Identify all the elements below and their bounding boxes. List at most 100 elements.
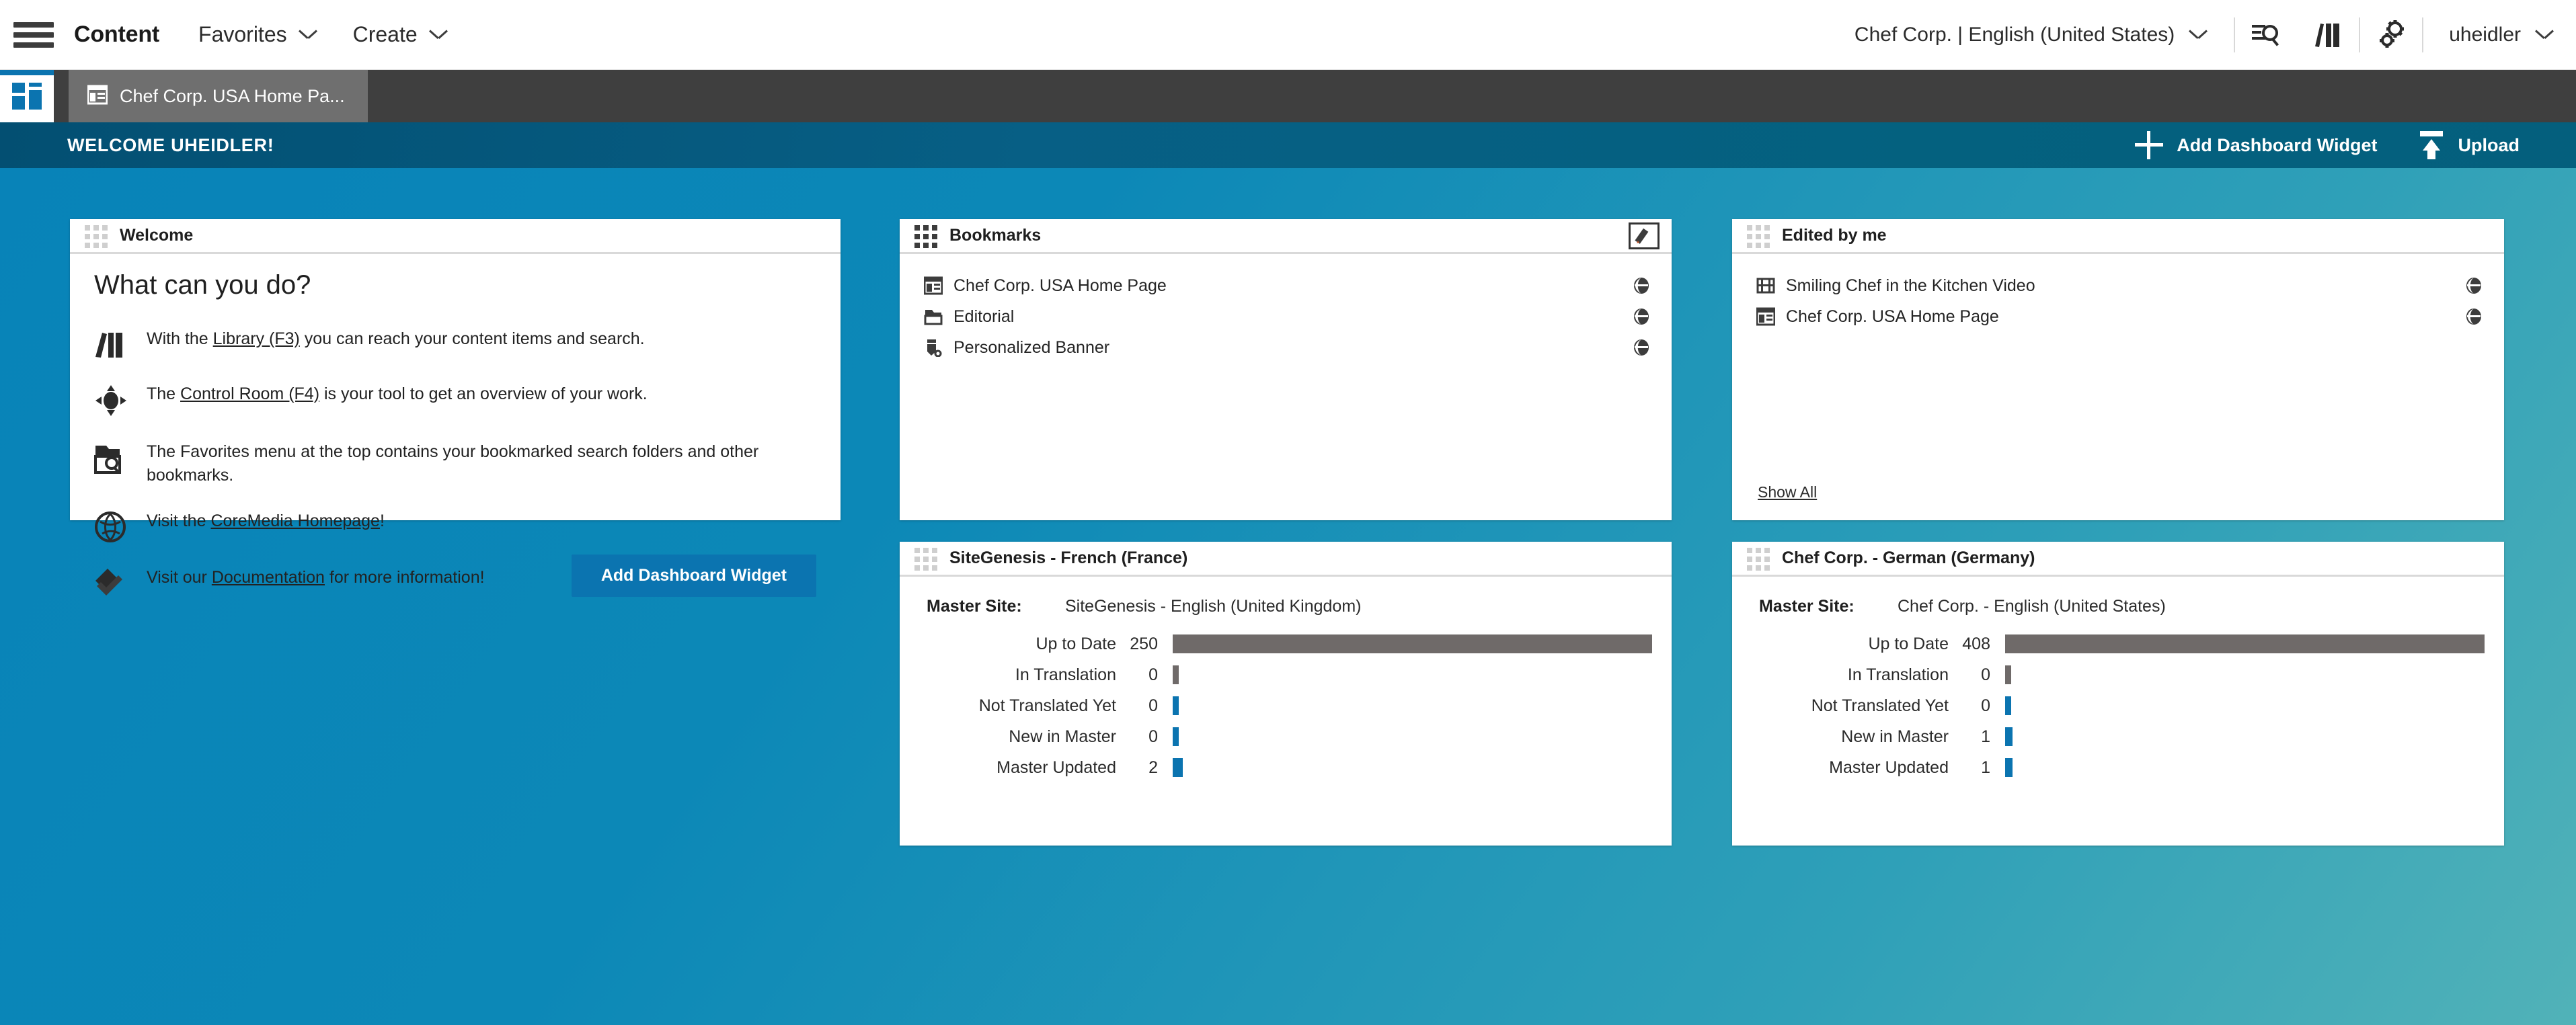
chart-bar-fill[interactable] [1173, 665, 1179, 684]
chart-bar-label: Master Updated [1829, 757, 1949, 777]
drag-handle-icon[interactable] [1747, 224, 1770, 248]
user-menu[interactable]: uheidler [2423, 24, 2553, 46]
chart-bar-row: Not Translated Yet 0 [1732, 690, 2479, 721]
publication-state-icon[interactable] [2462, 307, 2485, 326]
chart-bar-row: Not Translated Yet 0 [900, 690, 1646, 721]
list-item[interactable]: Chef Corp. USA Home Page [900, 270, 1672, 301]
add-dashboard-widget-label: Add Dashboard Widget [2177, 134, 2378, 155]
drag-handle-icon[interactable] [1747, 547, 1770, 571]
chart-bar-label: Not Translated Yet [1811, 696, 1949, 715]
chart-bar-row: In Translation 0 [1732, 659, 2479, 690]
welcome-widget-header: Welcome [70, 219, 841, 254]
plus-icon [2135, 131, 2164, 159]
hamburger-menu-icon[interactable] [13, 20, 54, 50]
chart-bar-value: 1 [1981, 727, 1990, 746]
chart-bar-label: In Translation [1015, 665, 1116, 684]
chevron-down-icon [2189, 30, 2207, 40]
chart-bar-row: In Translation 0 [900, 659, 1646, 690]
list-item[interactable]: Smiling Chef in the Kitchen Video [1732, 270, 2504, 301]
chart-bar-fill[interactable] [1173, 727, 1179, 746]
app-section-title: Content [74, 22, 160, 47]
gear-icon[interactable] [2360, 13, 2422, 56]
coremedia-homepage-link[interactable]: CoreMedia Homepage [210, 511, 380, 530]
list-item-label: Chef Corp. USA Home Page [953, 276, 1167, 295]
dashboard-home-tab[interactable] [0, 70, 54, 122]
welcome-tip-control-room: The Control Room (F4) is your tool to ge… [94, 382, 841, 417]
site-language-selector[interactable]: Chef Corp. | English (United States) [1855, 24, 2234, 46]
chart-bar-fill[interactable] [2005, 696, 2011, 715]
chart-bar-label: New in Master [1009, 727, 1116, 746]
pencil-icon [1635, 228, 1649, 244]
chart-bar-row: Master Updated 1 [1732, 752, 2479, 783]
drag-handle-icon[interactable] [85, 224, 108, 248]
list-item[interactable]: Personalized Banner [900, 332, 1672, 363]
list-item-label: Smiling Chef in the Kitchen Video [1786, 276, 2035, 295]
chart-bar-value: 0 [1148, 727, 1158, 746]
library-icon[interactable] [2297, 13, 2359, 56]
chart-bar-value: 0 [1981, 665, 1990, 684]
chart-bar-fill[interactable] [2005, 665, 2011, 684]
welcome-tip-homepage-text: Visit the CoreMedia Homepage! [147, 509, 385, 533]
menu-create[interactable]: Create [353, 22, 447, 47]
list-item[interactable]: Chef Corp. USA Home Page [1732, 301, 2504, 332]
menu-favorites-label: Favorites [198, 22, 287, 46]
list-item[interactable]: Editorial [900, 301, 1672, 332]
show-all-link[interactable]: Show All [1758, 483, 1817, 501]
chart-bar-fill[interactable] [2005, 634, 2485, 653]
document-tab[interactable]: Chef Corp. USA Home Pa... [69, 70, 368, 122]
chart-bar-row: Master Updated 2 [900, 752, 1646, 783]
chart-bar-row: New in Master 0 [900, 721, 1646, 752]
upload-button[interactable]: Upload [2398, 131, 2540, 159]
edited-by-me-widget-title: Edited by me [1782, 226, 1887, 245]
search-icon[interactable] [2235, 13, 2297, 56]
edited-by-me-list: Smiling Chef in the Kitchen Video Chef C… [1732, 254, 2504, 332]
bookmarks-edit-button[interactable] [1629, 222, 1660, 249]
chart-bar-track [1173, 727, 1646, 746]
chart-bar-fill[interactable] [1173, 634, 1652, 653]
tip-pre: Visit the [147, 511, 211, 530]
list-item-label: Personalized Banner [953, 337, 1110, 357]
banner-icon [924, 338, 953, 357]
chart-bar-track [2005, 727, 2479, 746]
publication-state-icon[interactable] [2462, 276, 2485, 295]
publication-state-icon[interactable] [1630, 276, 1653, 295]
chart-bar-fill[interactable] [2005, 727, 2013, 746]
edited-by-me-widget-header: Edited by me [1732, 219, 2504, 254]
add-dashboard-widget-button[interactable]: Add Dashboard Widget [2115, 131, 2397, 159]
welcome-widget-body: What can you do? With the Library (F3) y… [70, 254, 841, 622]
welcome-tip-favorites: The Favorites menu at the top contains y… [94, 440, 841, 487]
welcome-tip-library: With the Library (F3) you can reach your… [94, 327, 841, 360]
drag-handle-icon[interactable] [914, 224, 937, 248]
welcome-bar-actions: Add Dashboard Widget Upload [2115, 131, 2576, 159]
chevron-down-icon [2536, 30, 2553, 40]
tip-post: for more information! [324, 568, 485, 587]
publication-state-icon[interactable] [1630, 307, 1653, 326]
add-dashboard-widget-button[interactable]: Add Dashboard Widget [571, 555, 816, 597]
drag-handle-icon[interactable] [914, 547, 937, 571]
publication-state-icon[interactable] [1630, 338, 1653, 357]
chart-bar-track [1173, 696, 1646, 715]
chart-bar-label: Up to Date [1868, 634, 1949, 653]
master-site-row: Master Site: SiteGenesis - English (Unit… [900, 597, 1672, 616]
user-name-label: uheidler [2449, 23, 2521, 46]
menu-favorites[interactable]: Favorites [198, 22, 317, 47]
translation-status-chart: Up to Date 250 In Translation 0 Not Translat… [900, 628, 1672, 783]
welcome-widget: Welcome What can you do? With the Librar… [70, 219, 841, 597]
library-link[interactable]: Library (F3) [213, 329, 300, 348]
chart-bar-fill[interactable] [1173, 696, 1179, 715]
edited-by-me-widget: Edited by me Smiling Chef in the Kitchen… [1732, 219, 2504, 520]
chart-bar-fill[interactable] [1173, 758, 1183, 777]
chart-bar-fill[interactable] [2005, 758, 2013, 777]
bookmarks-widget-header: Bookmarks [900, 219, 1672, 254]
control-room-link[interactable]: Control Room (F4) [180, 384, 319, 403]
site-language-label: Chef Corp. | English (United States) [1854, 23, 2175, 46]
master-site-label: Master Site: [927, 597, 1022, 616]
sitegenesis-widget-body: Master Site: SiteGenesis - English (Unit… [900, 577, 1672, 846]
chart-bar-value: 408 [1962, 634, 1990, 653]
folder-icon [924, 307, 953, 326]
welcome-tip-favorites-text: The Favorites menu at the top contains y… [147, 442, 759, 485]
tip-pre: Visit our [147, 568, 212, 587]
tip-pre: With the [147, 329, 213, 348]
welcome-widget-title: Welcome [120, 226, 194, 245]
documentation-link[interactable]: Documentation [212, 568, 325, 587]
